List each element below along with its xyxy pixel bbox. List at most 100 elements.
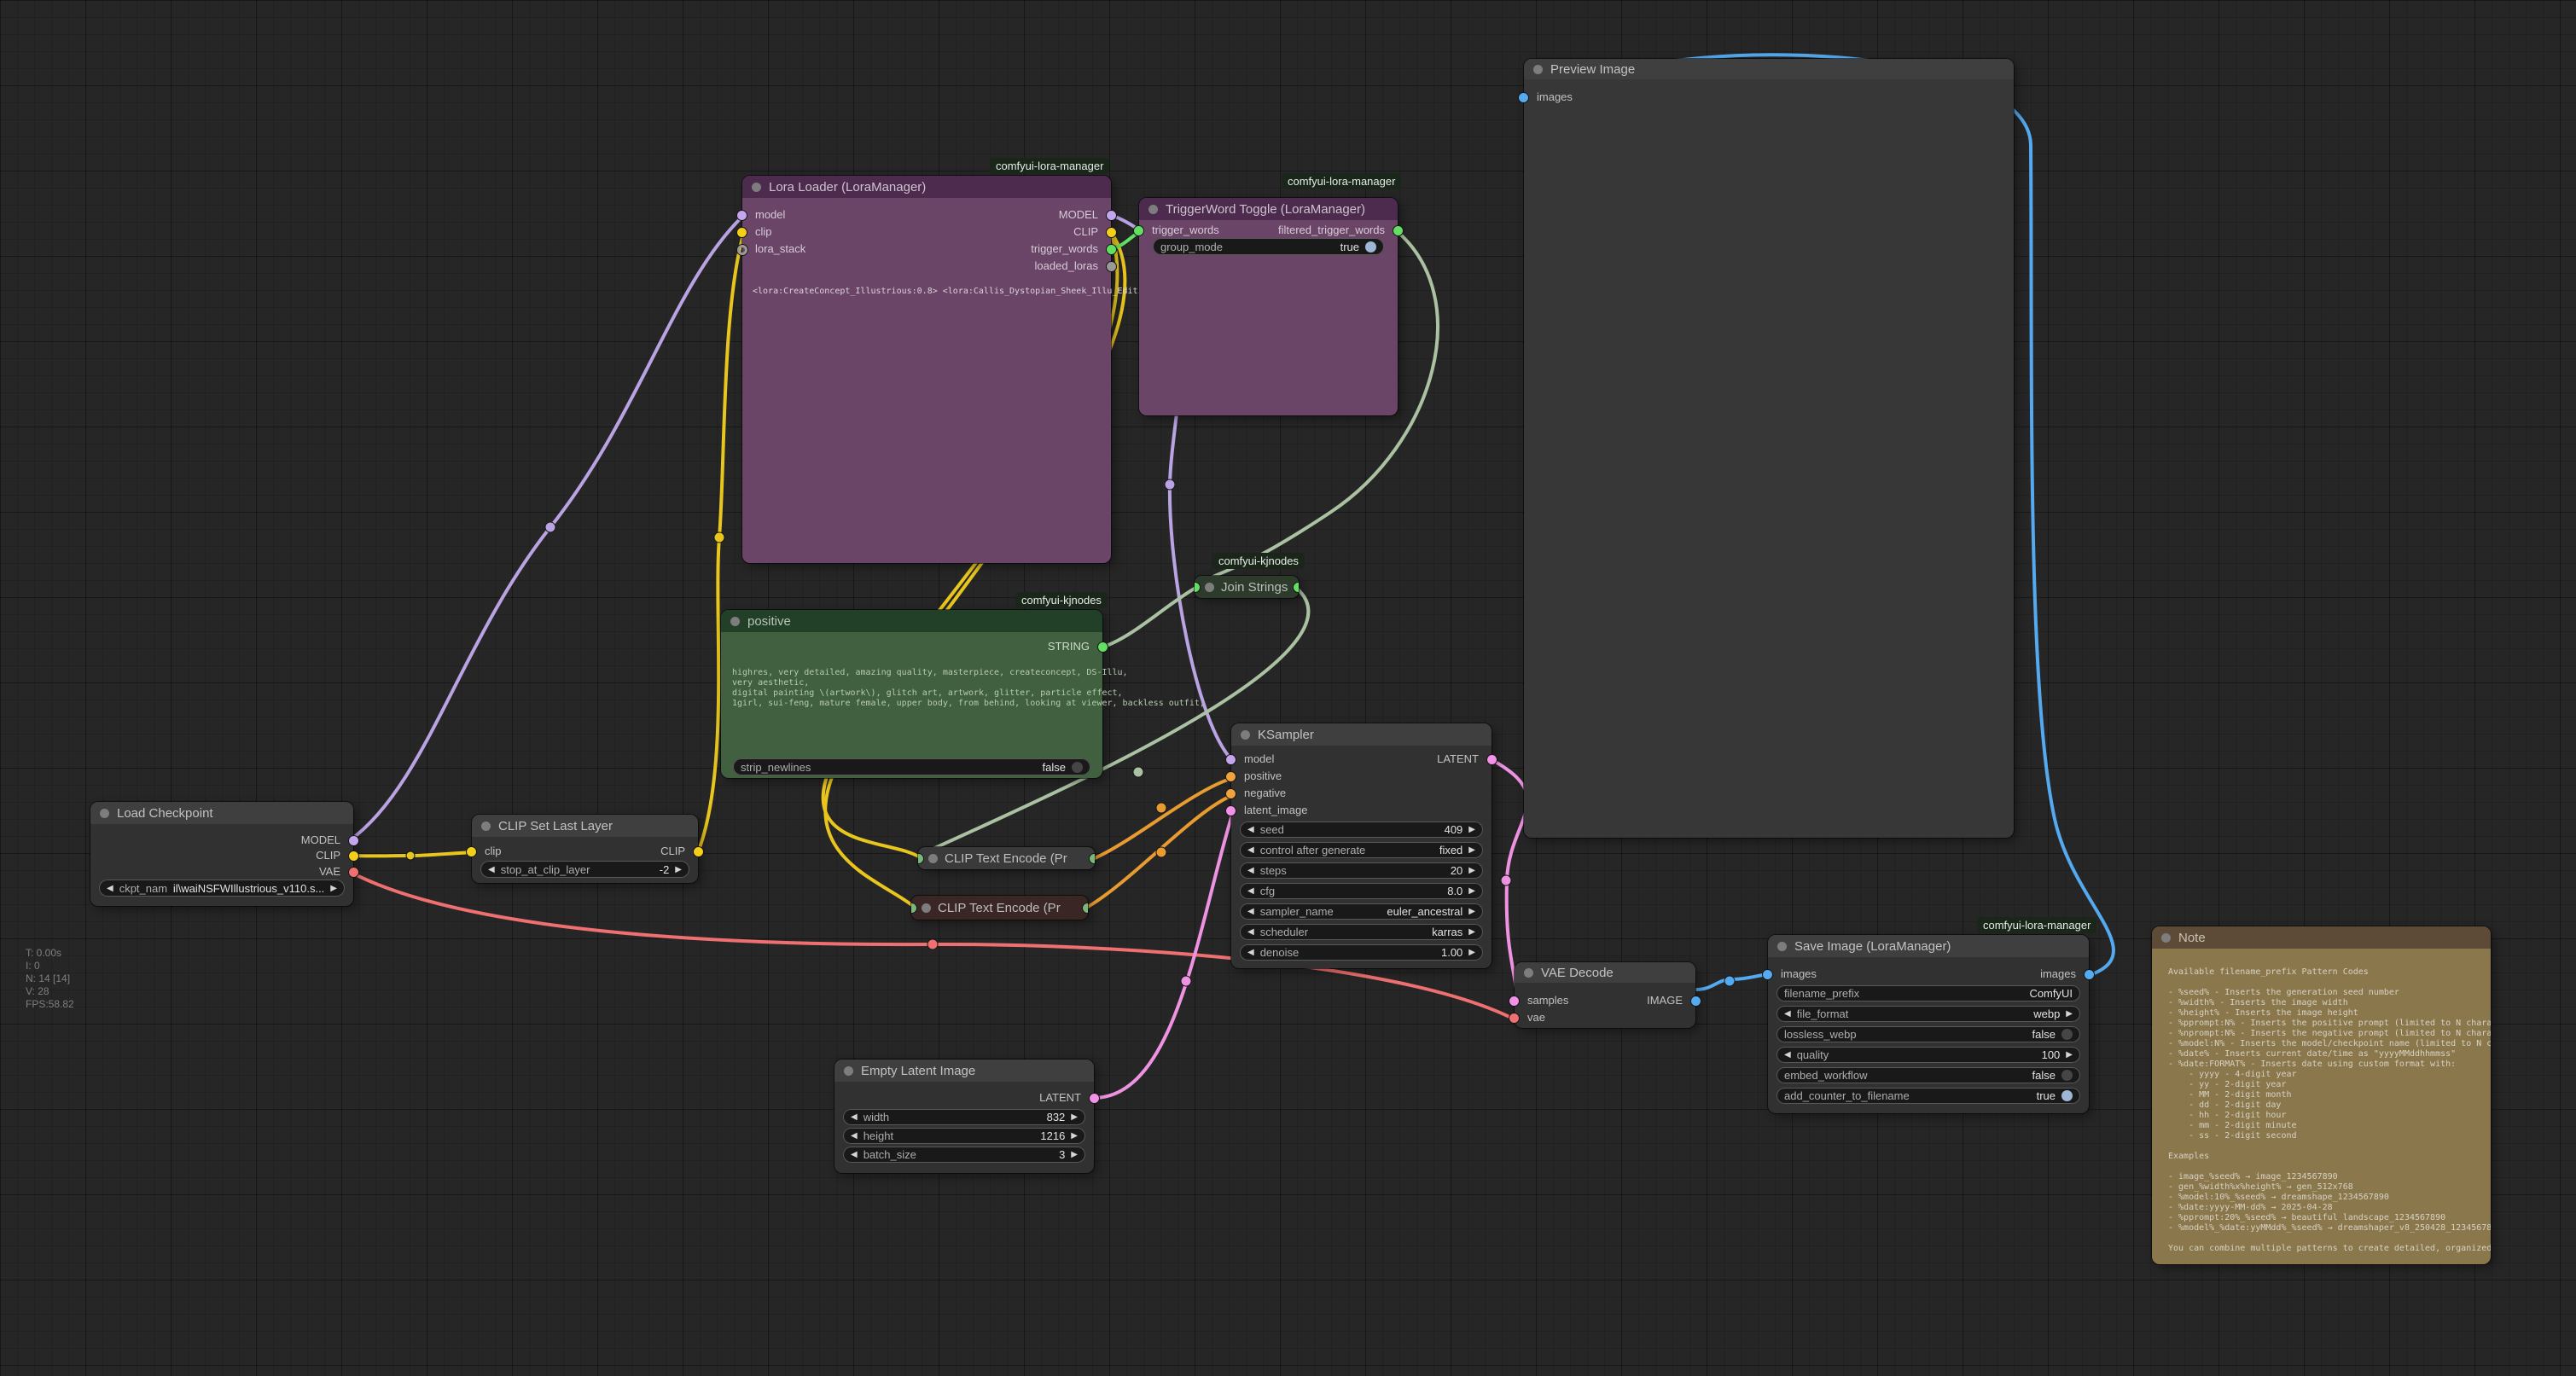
- link-midpoint-dot[interactable]: [1156, 847, 1166, 857]
- link-midpoint-dot[interactable]: [1133, 767, 1143, 777]
- decrement-arrow-icon[interactable]: [1247, 822, 1254, 838]
- input-port-clip[interactable]: [467, 847, 476, 856]
- node-header[interactable]: Load Checkpoint: [90, 802, 353, 824]
- node-clip-set-last-layer[interactable]: CLIP Set Last Layer clip CLIP stop_at_cl…: [472, 815, 698, 883]
- decrement-arrow-icon[interactable]: [851, 1128, 858, 1144]
- node-header[interactable]: Note: [2152, 926, 2491, 949]
- link-midpoint-dot[interactable]: [1165, 479, 1175, 490]
- node-header[interactable]: CLIP Set Last Layer: [472, 815, 698, 837]
- toggle-on-icon[interactable]: [2061, 1090, 2073, 1101]
- toggle-off-icon[interactable]: [2061, 1070, 2073, 1081]
- output-port[interactable]: [1090, 854, 1095, 863]
- link-midpoint-dot[interactable]: [1156, 803, 1166, 813]
- node-note[interactable]: Note Available filename_prefix Pattern C…: [2152, 926, 2491, 1264]
- collapse-dot[interactable]: [922, 903, 931, 913]
- input-port-model[interactable]: [737, 211, 747, 220]
- widget-sampler-name[interactable]: sampler_nameeuler_ancestral: [1240, 903, 1483, 920]
- widget-quality[interactable]: quality100: [1776, 1047, 2080, 1063]
- output-port-loaded-loras[interactable]: [1107, 262, 1116, 271]
- widget-seed[interactable]: seed409: [1240, 822, 1483, 838]
- node-clip-text-encode-positive[interactable]: CLIP Text Encode (Pr: [918, 847, 1095, 869]
- node-header[interactable]: VAE Decode: [1515, 962, 1695, 983]
- input-port[interactable]: [1195, 583, 1200, 592]
- output-port-images[interactable]: [2085, 970, 2094, 979]
- node-empty-latent-image[interactable]: Empty Latent Image LATENT width832 heigh…: [834, 1060, 1094, 1173]
- widget-embed-workflow[interactable]: embed_workflowfalse: [1776, 1067, 2080, 1083]
- link-midpoint-dot[interactable]: [927, 939, 938, 949]
- output-port-clip[interactable]: [694, 847, 703, 856]
- increment-arrow-icon[interactable]: [1468, 842, 1475, 858]
- widget-file-format[interactable]: file_formatwebp: [1776, 1006, 2080, 1022]
- widget-width[interactable]: width832: [843, 1109, 1085, 1125]
- node-preview-image[interactable]: Preview Image images: [1524, 59, 2014, 838]
- widget-height[interactable]: height1216: [843, 1128, 1085, 1144]
- widget-denoise[interactable]: denoise1.00: [1240, 944, 1483, 961]
- output-port-model[interactable]: [1107, 211, 1116, 220]
- collapse-dot[interactable]: [1533, 65, 1543, 74]
- node-header[interactable]: positive: [721, 610, 1102, 632]
- increment-arrow-icon[interactable]: [1468, 883, 1475, 899]
- note-body[interactable]: Available filename_prefix Pattern Codes …: [2152, 949, 2491, 1264]
- node-positive-prompt[interactable]: positive STRING highres, very detailed, …: [721, 610, 1102, 778]
- decrement-arrow-icon[interactable]: [488, 862, 495, 878]
- widget-ckpt-name[interactable]: ckpt_nameil\waiNSFWIllustrious_v110.s...: [99, 880, 345, 897]
- widget-stop-at-clip-layer[interactable]: stop_at_clip_layer-2: [480, 861, 689, 878]
- link-midpoint-dot[interactable]: [1501, 875, 1511, 885]
- increment-arrow-icon[interactable]: [1071, 1128, 1078, 1144]
- input-port-vae[interactable]: [1509, 1013, 1519, 1023]
- output-port-clip[interactable]: [1107, 228, 1116, 237]
- input-port-images[interactable]: [1519, 93, 1528, 102]
- input-port-trigger-words[interactable]: [1134, 226, 1143, 235]
- output-port[interactable]: [1083, 903, 1088, 913]
- widget-lossless-webp[interactable]: lossless_webpfalse: [1776, 1026, 2080, 1042]
- prompt-text[interactable]: highres, very detailed, amazing quality,…: [732, 668, 1205, 709]
- increment-arrow-icon[interactable]: [1468, 944, 1475, 961]
- collapse-dot[interactable]: [752, 183, 761, 192]
- output-port-model[interactable]: [349, 836, 358, 845]
- node-clip-text-encode-negative[interactable]: CLIP Text Encode (Pr: [911, 896, 1088, 920]
- node-triggerword-toggle[interactable]: TriggerWord Toggle (LoraManager) trigger…: [1139, 198, 1398, 415]
- widget-group-mode[interactable]: group_modetrue: [1153, 238, 1384, 255]
- decrement-arrow-icon[interactable]: [107, 880, 113, 897]
- decrement-arrow-icon[interactable]: [1247, 862, 1254, 879]
- decrement-arrow-icon[interactable]: [1247, 944, 1254, 961]
- input-port[interactable]: [918, 854, 923, 863]
- collapse-dot[interactable]: [1777, 942, 1787, 951]
- decrement-arrow-icon[interactable]: [1784, 1006, 1791, 1022]
- output-port-vae[interactable]: [349, 868, 358, 877]
- collapse-dot[interactable]: [2161, 933, 2171, 943]
- widget-batch-size[interactable]: batch_size3: [843, 1147, 1085, 1163]
- increment-arrow-icon[interactable]: [330, 880, 337, 897]
- increment-arrow-icon[interactable]: [1071, 1147, 1078, 1163]
- increment-arrow-icon[interactable]: [675, 862, 682, 878]
- link-midpoint-dot[interactable]: [406, 851, 415, 860]
- node-load-checkpoint[interactable]: Load Checkpoint MODEL CLIP VAE ckpt_name…: [90, 802, 353, 906]
- decrement-arrow-icon[interactable]: [851, 1109, 858, 1125]
- node-header[interactable]: KSampler: [1231, 723, 1492, 746]
- output-port-latent[interactable]: [1487, 755, 1497, 764]
- input-port[interactable]: [911, 903, 916, 913]
- widget-strip-newlines[interactable]: strip_newlinesfalse: [733, 758, 1090, 775]
- node-header[interactable]: Preview Image: [1524, 59, 2014, 79]
- link-midpoint-dot[interactable]: [545, 522, 555, 532]
- decrement-arrow-icon[interactable]: [1247, 903, 1254, 920]
- toggle-off-icon[interactable]: [2061, 1029, 2073, 1040]
- widget-filename-prefix[interactable]: filename_prefixComfyUI: [1776, 985, 2080, 1002]
- input-port-negative[interactable]: [1226, 789, 1236, 798]
- collapse-dot[interactable]: [730, 617, 740, 626]
- widget-cfg[interactable]: cfg8.0: [1240, 883, 1483, 899]
- link-midpoint-dot[interactable]: [714, 532, 724, 543]
- collapse-dot[interactable]: [100, 809, 109, 818]
- widget-add-counter-to-filename[interactable]: add_counter_to_filenametrue: [1776, 1088, 2080, 1104]
- input-port-samples[interactable]: [1509, 996, 1519, 1006]
- toggle-on-icon[interactable]: [1365, 241, 1376, 253]
- increment-arrow-icon[interactable]: [1071, 1109, 1078, 1125]
- node-vae-decode[interactable]: VAE Decode samples vae IMAGE: [1515, 962, 1695, 1028]
- collapse-dot[interactable]: [1241, 730, 1250, 740]
- node-graph-canvas[interactable]: T: 0.00s I: 0 N: 14 [14] V: 28 FPS:58.82…: [0, 0, 2576, 1376]
- collapse-dot[interactable]: [844, 1066, 853, 1076]
- node-header[interactable]: TriggerWord Toggle (LoraManager): [1139, 198, 1398, 220]
- node-ksampler[interactable]: KSampler model positive negative latent_…: [1231, 723, 1492, 968]
- output-port-filtered-trigger-words[interactable]: [1393, 226, 1403, 235]
- node-join-strings[interactable]: Join Strings: [1195, 576, 1299, 598]
